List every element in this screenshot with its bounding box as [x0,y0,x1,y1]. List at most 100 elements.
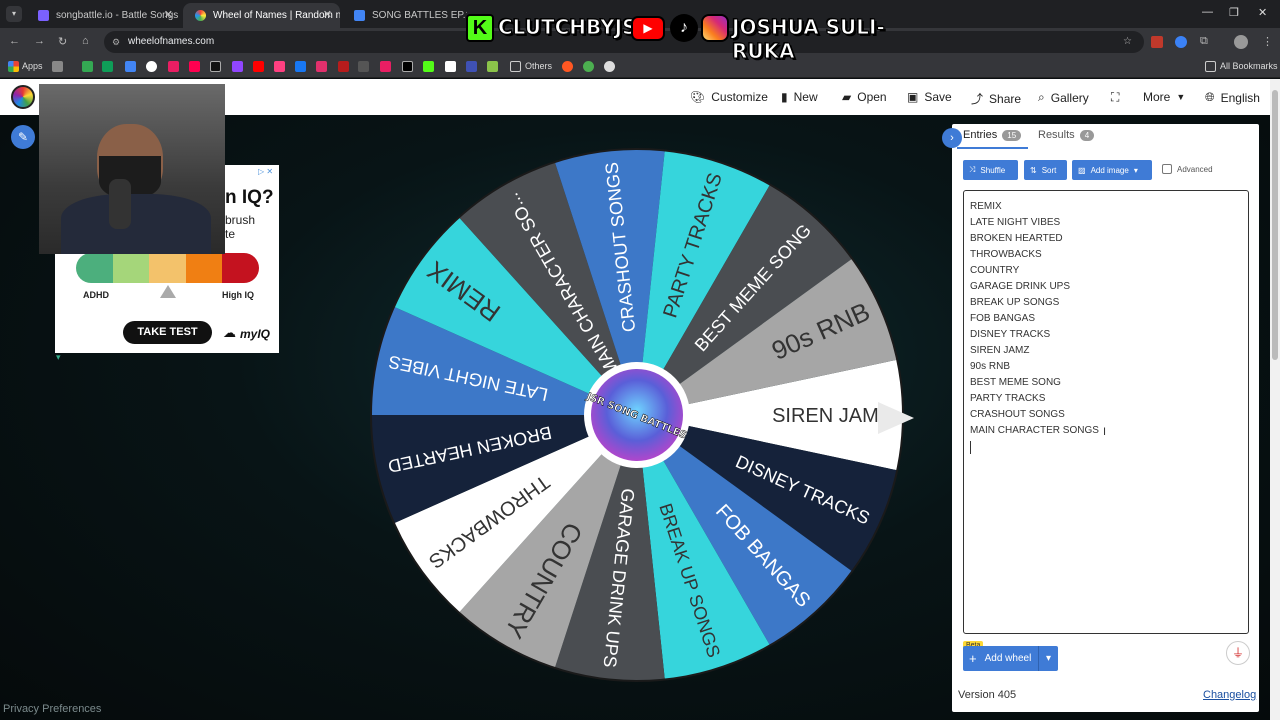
profile-avatar[interactable] [1234,35,1248,49]
tiktok-icon[interactable] [210,61,221,72]
collapse-panel-icon[interactable]: › [942,128,962,148]
wheel-logo-icon[interactable] [11,85,35,109]
open-button[interactable]: ▰ Open [842,90,887,104]
gallery-button[interactable]: ⌕ Gallery [1038,90,1089,105]
save-button[interactable]: ▣ Save [907,90,952,104]
pdf-icon[interactable]: ⏚ [1226,641,1250,665]
take-test-button[interactable]: TAKE TEST [123,321,212,344]
close-tab-icon[interactable]: ✕ [323,8,332,21]
extension-icon[interactable] [1175,36,1187,48]
extension-icon[interactable] [1151,36,1163,48]
facebook-icon[interactable] [295,61,306,72]
bookmark-icon[interactable] [82,61,93,72]
youtube-icon[interactable] [253,61,264,72]
image-icon: ▨ [1078,165,1086,175]
shuffle-icon: ⤨ [969,165,976,174]
bookmark-icon[interactable] [168,61,179,72]
songbattle-favicon-icon [38,10,49,21]
kick-icon[interactable] [423,61,434,72]
add-wheel-button[interactable]: + Add wheel ▾ [963,646,1058,671]
bookmark-apps[interactable]: Apps [22,61,43,71]
bookmark-icon[interactable] [445,61,456,72]
url-text: wheelofnames.com [128,36,215,47]
tab-results[interactable]: Results 4 [1038,129,1095,141]
sort-button[interactable]: ⇅ Sort [1024,160,1067,180]
scale-right-label: High IQ [222,290,254,300]
x-icon[interactable] [402,61,413,72]
webcam-overlay [39,84,225,254]
promo-handle-right: JOSHUA SULI-RUKA [732,15,886,64]
more-button[interactable]: More ▼ [1143,90,1185,104]
ad-brand: myIQ [240,327,271,341]
entry-line: COUNTRY [970,265,1020,276]
twitch-icon[interactable] [232,61,243,72]
folder-icon [510,61,521,72]
bookmark-icon[interactable] [189,61,200,72]
tab-title: songbattle.io - Battle Songs ag [56,10,181,21]
text-cursor-icon: I [1103,426,1107,438]
entries-textarea[interactable]: REMIX LATE NIGHT VIBES BROKEN HEARTED THROW… [963,190,1249,634]
bookmark-others[interactable]: Others [525,61,552,71]
language-button[interactable]: 🌐︎ English [1205,90,1260,105]
reload-icon[interactable]: ↻ [58,35,67,48]
entry-line: 90s RNB [970,361,1011,372]
google-icon[interactable] [146,61,157,72]
entry-line: FOB BANGAS [970,313,1036,324]
tab-wheel-of-names[interactable]: Wheel of Names | Random nam ✕ [183,3,340,28]
bookmark-icon[interactable] [583,61,594,72]
extensions-puzzle-icon[interactable]: ⧉ [1200,35,1208,48]
wheel-slice-label: SIREN JAMZ [772,405,891,427]
bookmark-icon[interactable] [562,61,573,72]
close-window-icon[interactable]: ✕ [1258,6,1267,19]
tab-search-button[interactable]: ▾ [6,6,22,22]
shuffle-button[interactable]: ⤨ Shuffle [963,160,1018,180]
entry-line: SIREN JAMZ [970,345,1030,356]
bookmark-icon[interactable] [466,61,477,72]
changelog-link[interactable]: Changelog [1203,689,1256,701]
iq-scale-segment [112,253,150,283]
caret-down-icon: ▾ [1133,165,1138,175]
grid-icon[interactable] [52,61,63,72]
bookmark-icon[interactable] [125,61,136,72]
add-image-label: Add image [1090,165,1129,175]
spin-wheel[interactable]: SIREN JAMZDISNEY TRACKSFOB BANGASBREAK U… [360,140,920,700]
forward-icon[interactable]: → [34,35,45,47]
brain-icon: ☁ [223,325,236,340]
add-image-button[interactable]: ▨ Add image ▾ [1072,160,1152,180]
entry-line: CRASHOUT SONGS [970,409,1065,420]
advanced-toggle[interactable]: Advanced [1162,164,1213,174]
edit-pencil-button[interactable]: ✎ [11,125,35,149]
fullscreen-button[interactable]: ⛶ [1111,90,1119,105]
entries-count-badge: 15 [1002,129,1022,141]
bookmark-icon[interactable] [274,61,285,72]
customize-button[interactable]: 🎨︎ Customize [690,90,768,104]
close-tab-icon[interactable]: ✕ [164,8,173,21]
all-bookmarks[interactable]: All Bookmarks [1220,61,1278,71]
instagram-icon[interactable] [316,61,327,72]
bookmark-icon[interactable] [358,61,369,72]
page-scrollbar-thumb[interactable] [1272,90,1278,360]
tab-entries[interactable]: Entries 15 [963,129,1022,141]
browser-menu-icon[interactable]: ⋮ [1262,35,1273,48]
ad-choices-icon[interactable]: ▷ ✕ [258,167,273,176]
entry-line: PARTY TRACKS [970,393,1046,404]
back-icon[interactable]: ← [9,35,20,47]
home-icon[interactable]: ⌂ [82,35,89,47]
bookmark-icon[interactable] [487,61,498,72]
tab-songbattle[interactable]: songbattle.io - Battle Songs ag ✕ [26,3,181,28]
tab-song-battles-doc[interactable]: SONG BATTLES EP.11 - Goo [342,3,467,28]
share-button[interactable]: ⤴ Share [971,90,1021,107]
bookmark-icon[interactable] [102,61,113,72]
bookmark-icon[interactable] [604,61,615,72]
new-button[interactable]: ▮ New [781,90,818,104]
minimize-icon[interactable]: — [1202,6,1213,18]
restore-icon[interactable]: ❐ [1229,6,1239,19]
add-wheel-dropdown-icon[interactable]: ▾ [1038,646,1058,671]
bookmark-icon[interactable] [380,61,391,72]
bookmark-icon[interactable] [338,61,349,72]
privacy-preferences-link[interactable]: Privacy Preferences [3,703,101,715]
advanced-checkbox[interactable] [1162,164,1172,174]
bookmark-star-icon[interactable]: ☆ [1123,31,1132,53]
site-info-icon[interactable]: ⚙ [112,31,120,53]
version-text: Version 405 [958,689,1017,701]
